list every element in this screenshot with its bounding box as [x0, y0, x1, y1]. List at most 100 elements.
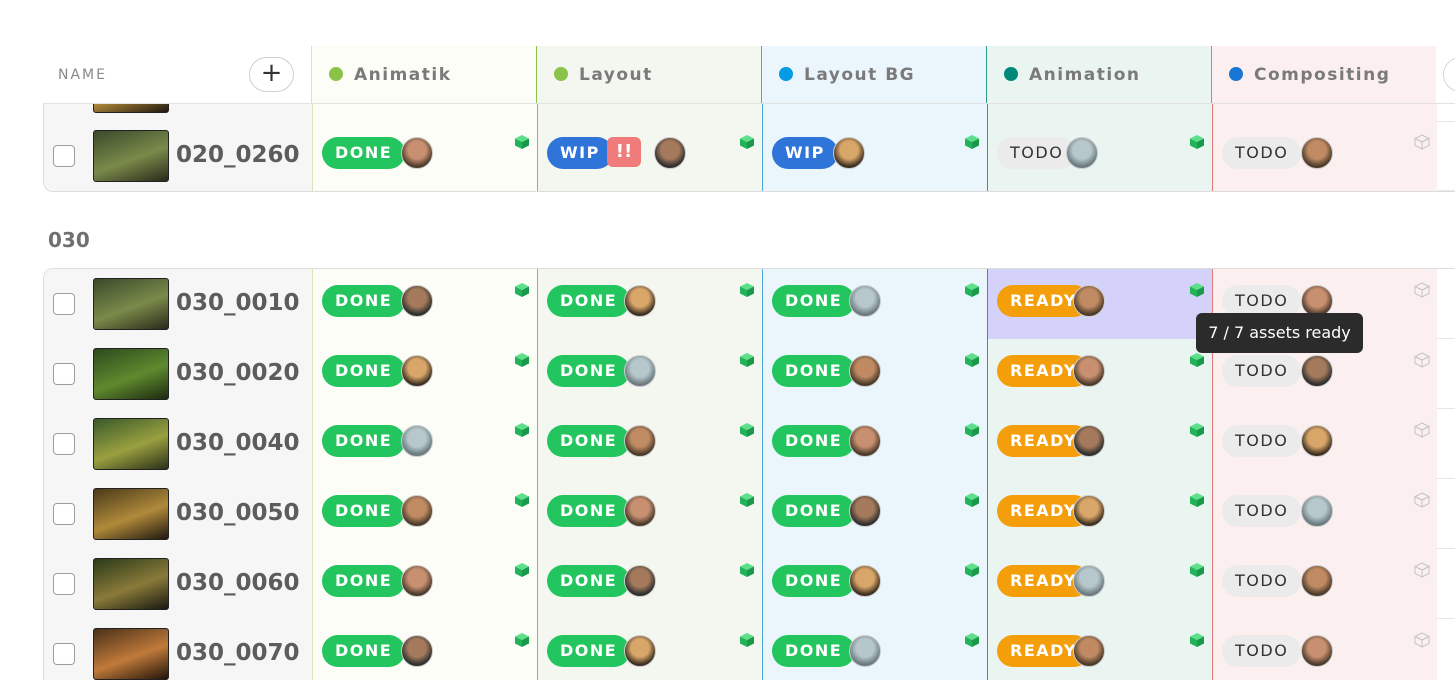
- status-cell-compositing[interactable]: TODO: [1212, 549, 1437, 619]
- status-badge[interactable]: WIP: [547, 137, 613, 169]
- status-cell-animation[interactable]: READY: [987, 549, 1212, 619]
- status-cell-animation[interactable]: READY: [987, 479, 1212, 549]
- assignee-avatar[interactable]: [401, 565, 433, 597]
- assignee-avatar[interactable]: [401, 355, 433, 387]
- assignee-avatar[interactable]: [1073, 495, 1105, 527]
- assignee-avatar[interactable]: [1301, 137, 1333, 169]
- cube-icon[interactable]: [1188, 491, 1206, 509]
- status-cell-layout[interactable]: DONE: [537, 619, 762, 680]
- shot-thumbnail[interactable]: [93, 558, 169, 610]
- row-checkbox[interactable]: [53, 145, 75, 167]
- status-cell-animatik[interactable]: DONE: [312, 549, 537, 619]
- assignee-avatar[interactable]: [1301, 565, 1333, 597]
- status-cell-layout-bg[interactable]: DONE: [762, 409, 987, 479]
- status-cell-layout-bg[interactable]: DONE: [762, 479, 987, 549]
- cube-icon[interactable]: [963, 281, 981, 299]
- status-cell-animatik[interactable]: DONE: [312, 269, 537, 339]
- status-badge[interactable]: DONE: [547, 425, 631, 457]
- cube-icon[interactable]: [963, 421, 981, 439]
- assignee-avatar[interactable]: [849, 635, 881, 667]
- assignee-avatar[interactable]: [1301, 495, 1333, 527]
- cube-icon[interactable]: [1188, 281, 1206, 299]
- assignee-avatar[interactable]: [833, 137, 865, 169]
- cube-icon[interactable]: [1188, 631, 1206, 649]
- status-cell-layout-bg[interactable]: DONE: [762, 619, 987, 680]
- cube-icon[interactable]: [963, 631, 981, 649]
- cube-icon[interactable]: [513, 351, 531, 369]
- status-badge[interactable]: TODO: [1222, 425, 1302, 457]
- shot-thumbnail[interactable]: [93, 104, 169, 113]
- status-badge[interactable]: DONE: [772, 355, 856, 387]
- shot-thumbnail[interactable]: [93, 348, 169, 400]
- column-header-animatik[interactable]: Animatik: [311, 46, 536, 103]
- status-badge[interactable]: TODO: [1222, 495, 1302, 527]
- status-badge[interactable]: DONE: [547, 495, 631, 527]
- assignee-avatar[interactable]: [654, 137, 686, 169]
- cube-outline-icon[interactable]: [1413, 631, 1431, 649]
- status-badge[interactable]: DONE: [772, 495, 856, 527]
- status-cell-compositing[interactable]: TODO: [1212, 121, 1437, 191]
- assignee-avatar[interactable]: [401, 285, 433, 317]
- status-cell-compositing[interactable]: TODO: [1212, 479, 1437, 549]
- assignee-avatar[interactable]: [624, 565, 656, 597]
- cube-outline-icon[interactable]: [1413, 351, 1431, 369]
- status-badge[interactable]: DONE: [322, 635, 406, 667]
- assignee-avatar[interactable]: [401, 635, 433, 667]
- status-badge[interactable]: TODO: [1222, 137, 1302, 169]
- status-cell-animatik[interactable]: DONE: [312, 121, 537, 191]
- row-checkbox[interactable]: [53, 293, 75, 315]
- next-column-button[interactable]: [1443, 57, 1455, 92]
- status-cell-layout[interactable]: DONE: [537, 269, 762, 339]
- shot-name[interactable]: 020_0260: [176, 142, 300, 168]
- assignee-avatar[interactable]: [401, 425, 433, 457]
- row-checkbox[interactable]: [53, 643, 75, 665]
- status-badge[interactable]: DONE: [547, 355, 631, 387]
- cube-icon[interactable]: [738, 351, 756, 369]
- shot-thumbnail[interactable]: [93, 488, 169, 540]
- cube-outline-icon[interactable]: [1413, 133, 1431, 151]
- status-badge[interactable]: DONE: [322, 137, 406, 169]
- status-cell-layout-bg[interactable]: WIP: [762, 121, 987, 191]
- row-checkbox[interactable]: [53, 433, 75, 455]
- status-cell-layout[interactable]: DONE: [537, 479, 762, 549]
- shot-name[interactable]: 030_0040: [176, 430, 300, 456]
- status-cell-layout[interactable]: WIP!!: [537, 121, 762, 191]
- status-cell-animatik[interactable]: DONE: [312, 339, 537, 409]
- assignee-avatar[interactable]: [624, 495, 656, 527]
- cube-icon[interactable]: [513, 281, 531, 299]
- status-cell-layout-bg[interactable]: DONE: [762, 269, 987, 339]
- status-badge[interactable]: TODO: [1222, 635, 1302, 667]
- cube-icon[interactable]: [738, 421, 756, 439]
- shot-thumbnail[interactable]: [93, 418, 169, 470]
- shot-name[interactable]: 030_0010: [176, 290, 300, 316]
- status-cell-animatik[interactable]: DONE: [312, 409, 537, 479]
- cube-icon[interactable]: [963, 561, 981, 579]
- assignee-avatar[interactable]: [1073, 565, 1105, 597]
- cube-icon[interactable]: [1188, 351, 1206, 369]
- cube-outline-icon[interactable]: [1413, 491, 1431, 509]
- shot-name[interactable]: 030_0060: [176, 570, 300, 596]
- assignee-avatar[interactable]: [1301, 635, 1333, 667]
- status-cell-compositing[interactable]: TODO: [1212, 409, 1437, 479]
- assignee-avatar[interactable]: [1301, 425, 1333, 457]
- status-badge[interactable]: DONE: [322, 425, 406, 457]
- status-badge[interactable]: DONE: [322, 355, 406, 387]
- status-cell-animatik[interactable]: DONE: [312, 479, 537, 549]
- status-badge[interactable]: TODO: [997, 137, 1077, 169]
- cube-icon[interactable]: [513, 491, 531, 509]
- status-badge[interactable]: DONE: [322, 285, 406, 317]
- status-cell-layout-bg[interactable]: DONE: [762, 549, 987, 619]
- priority-badge[interactable]: !!: [607, 137, 641, 167]
- status-cell-animation[interactable]: READY: [987, 619, 1212, 680]
- table-row[interactable]: 030_0060 DONE DONE DONE READY TODO: [44, 549, 1455, 619]
- cube-icon[interactable]: [738, 491, 756, 509]
- shot-thumbnail[interactable]: [93, 130, 169, 182]
- table-row[interactable]: 030_0050 DONE DONE DONE READY TODO: [44, 479, 1455, 549]
- shot-name[interactable]: 030_0020: [176, 360, 300, 386]
- assignee-avatar[interactable]: [849, 285, 881, 317]
- column-header-compositing[interactable]: Compositing: [1211, 46, 1436, 103]
- assignee-avatar[interactable]: [1073, 635, 1105, 667]
- table-row[interactable]: 030_0070 DONE DONE DONE READY TODO: [44, 619, 1455, 680]
- status-cell-animation[interactable]: READY: [987, 409, 1212, 479]
- assignee-avatar[interactable]: [849, 355, 881, 387]
